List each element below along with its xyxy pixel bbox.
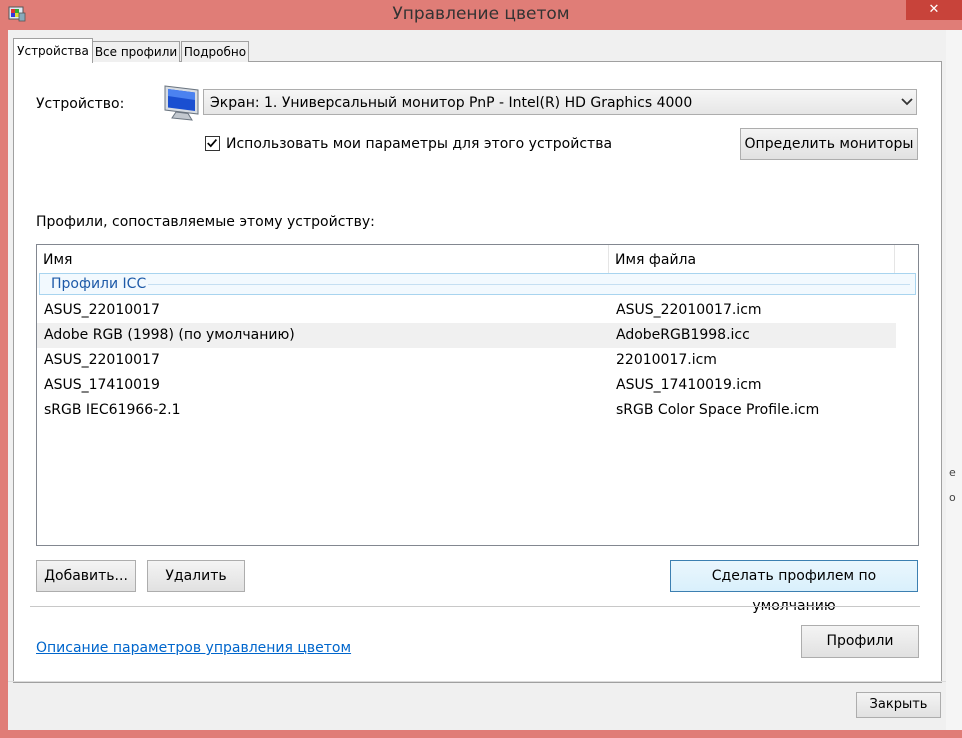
table-row-highlighted[interactable]: Adobe RGB (1998) (по умолчанию) AdobeRGB… bbox=[37, 323, 896, 348]
group-header-label: Профили ICC bbox=[51, 276, 147, 292]
profiles-button[interactable]: Профили bbox=[801, 625, 919, 658]
profiles-label: Профили, сопоставляемые этому устройству… bbox=[36, 214, 375, 230]
column-header-name[interactable]: Имя bbox=[37, 245, 609, 273]
device-select[interactable]: Экран: 1. Универсальный монитор PnP - In… bbox=[203, 89, 917, 115]
background-window-text: е о bbox=[949, 466, 956, 504]
add-profile-button[interactable]: Добавить... bbox=[36, 560, 136, 592]
table-row[interactable]: ASUS_22010017 ASUS_22010017.icm bbox=[37, 298, 896, 323]
remove-profile-button[interactable]: Удалить bbox=[147, 560, 245, 592]
color-management-help-link[interactable]: Описание параметров управления цветом bbox=[36, 640, 351, 656]
group-header-icc[interactable]: Профили ICC bbox=[39, 273, 916, 295]
window-title: Управление цветом bbox=[392, 4, 570, 24]
close-icon: ✕ bbox=[928, 2, 940, 17]
footer-divider bbox=[8, 681, 946, 682]
table-row[interactable]: ASUS_22010017 22010017.icm bbox=[37, 348, 896, 373]
monitor-icon bbox=[164, 85, 199, 121]
tab-all-profiles[interactable]: Все профили bbox=[92, 41, 180, 62]
checkmark-icon bbox=[207, 139, 218, 148]
set-default-profile-button[interactable]: Сделать профилем по умолчанию bbox=[670, 560, 918, 614]
tab-advanced[interactable]: Подробно bbox=[181, 41, 249, 62]
table-row[interactable]: ASUS_17410019 ASUS_17410019.icm bbox=[37, 373, 896, 398]
identify-monitors-button[interactable]: Определить мониторы bbox=[740, 128, 918, 160]
background-window-edge bbox=[946, 30, 962, 730]
close-dialog-button[interactable]: Закрыть bbox=[856, 692, 941, 718]
use-my-settings-checkbox[interactable] bbox=[205, 136, 220, 151]
column-header-filename[interactable]: Имя файла bbox=[609, 245, 895, 273]
window-border-bottom bbox=[0, 730, 962, 738]
device-label: Устройство: bbox=[36, 96, 125, 112]
tab-devices[interactable]: Устройства bbox=[13, 38, 93, 63]
chevron-down-icon bbox=[901, 98, 913, 106]
window-border-left bbox=[0, 30, 8, 738]
profiles-list[interactable]: Имя Имя файла Профили ICC ASUS_22010017 … bbox=[36, 244, 919, 546]
window-close-button[interactable]: ✕ bbox=[906, 0, 962, 20]
use-my-settings-label: Использовать мои параметры для этого уст… bbox=[226, 136, 613, 152]
table-row[interactable]: sRGB IEC61966-2.1 sRGB Color Space Profi… bbox=[37, 398, 896, 423]
divider bbox=[30, 606, 920, 607]
group-header-line bbox=[148, 284, 910, 285]
